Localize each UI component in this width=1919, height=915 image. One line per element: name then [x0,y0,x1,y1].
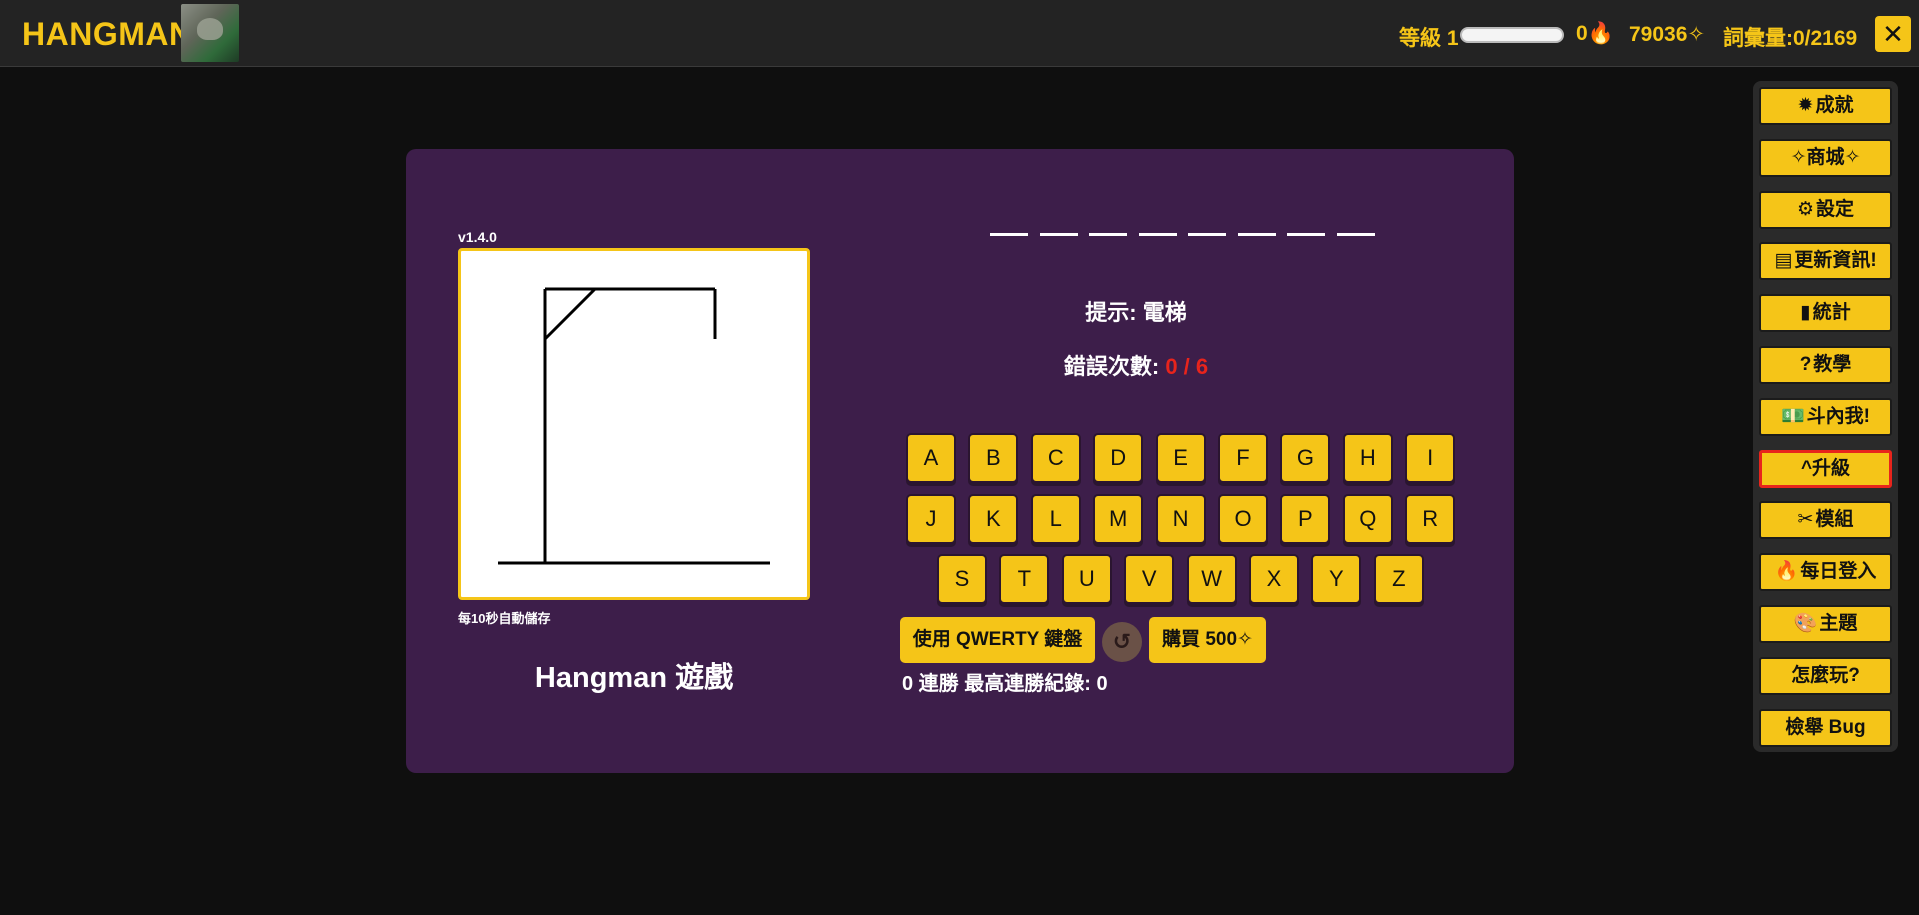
side-button-tutorial[interactable]: ? 教學 [1759,346,1892,384]
streak-fire: 0🔥 [1576,22,1614,46]
errors-count: 0 / 6 [1165,354,1209,379]
fire-count: 0 [1576,22,1588,45]
letter-blank [1089,233,1127,236]
letter-blank [1138,233,1177,236]
letter-key-b[interactable]: B [968,433,1019,483]
side-button-mods[interactable]: ✂ 模組 [1759,501,1892,540]
letter-key-t[interactable]: T [999,554,1050,604]
level-label: 等級 1 [1399,27,1459,50]
hint-text: 提示: 電梯 [1085,300,1187,325]
side-button-label: 統計 [1812,302,1851,324]
daily-login-icon: 🔥 [1774,561,1799,583]
side-button-how-to-play[interactable]: 怎麼玩? [1759,656,1892,695]
avatar[interactable] [181,4,239,62]
letter-key-g[interactable]: G [1280,433,1331,483]
side-button-label: 更新資訊! [1794,250,1877,272]
game-title: Hangman 遊戲 [534,662,734,694]
stats-icon: ▮ [1800,302,1811,324]
letter-key-s[interactable]: S [937,554,987,604]
theme-icon: 🎨 [1793,613,1818,634]
side-button-label: 成就 [1815,95,1854,116]
letter-key-l[interactable]: L [1030,494,1081,544]
hangman-canvas [458,248,810,600]
side-button-settings[interactable]: ⚙ 設定 [1759,190,1892,229]
letter-key-i[interactable]: I [1405,433,1456,483]
settings-icon: ⚙ [1796,198,1815,220]
brand-title: HANGMAN [22,16,193,52]
letter-key-a[interactable]: A [906,433,956,483]
letter-blank [990,233,1028,236]
side-button-updates[interactable]: ▤ 更新資訊! [1759,242,1892,281]
side-button-report-bug[interactable]: 檢舉 Bug [1759,708,1892,747]
side-button-label: 模組 [1815,509,1854,531]
letter-blank [1039,233,1078,236]
side-button-shop[interactable]: ✧商城✧ [1759,138,1892,177]
side-button-label: 設定 [1816,198,1855,220]
mods-icon: ✂ [1797,509,1814,531]
error-counter: 錯誤次數: 0 / 6 [1006,349,1266,381]
side-button-label: ^升級 [1800,457,1851,479]
side-button-label: 每日登入 [1800,561,1877,583]
letter-key-w[interactable]: W [1186,554,1237,604]
reset-button[interactable]: ↺ [1102,622,1142,662]
letter-key-c[interactable]: C [1030,433,1081,483]
side-menu: ✹ 成就 ✧商城✧ ⚙ 設定 ▤ 更新資訊! ▮ 統計? 教學 💵 斗內我! ^升級 ✂ 模組 🔥 每日登入 🎨 主… [1753,81,1898,752]
top-bar: HANGMAN 等級 1 0🔥 79036✧ 詞彙量:0/2169 ✕ [0,0,1919,67]
gallows-brace [543,287,597,341]
letter-key-m[interactable]: M [1093,494,1144,544]
letter-key-r[interactable]: R [1405,494,1456,544]
gallows-drawing [498,287,770,565]
side-button-label: 斗內我! [1806,405,1870,427]
coins-count: 79036✧ [1629,23,1705,46]
side-button-donate[interactable]: 💵 斗內我! [1759,397,1892,436]
letter-blank [1188,233,1226,236]
buy-button[interactable]: 購買 500✧ [1149,617,1266,663]
letter-key-z[interactable]: Z [1373,554,1424,604]
side-button-label: 主題 [1819,613,1858,634]
side-button-stats[interactable]: ▮ 統計 [1759,294,1892,333]
letter-key-n[interactable]: N [1155,494,1206,544]
side-button-daily-login[interactable]: 🔥 每日登入 [1759,553,1892,592]
side-button-achievements[interactable]: ✹ 成就 [1759,87,1892,125]
qwerty-toggle-button[interactable]: 使用 QWERTY 鍵盤 [900,617,1095,663]
letter-key-o[interactable]: O [1218,494,1268,544]
side-button-label: ✧商城✧ [1790,146,1861,168]
errors-label: 錯誤次數: [1063,354,1166,379]
version-label: v1.4.0 [458,229,497,245]
game-panel: v1.4.0 每10秒自動儲存 Hangman 遊戲 提示: 電梯 錯誤次數: … [406,149,1514,773]
letter-key-d[interactable]: D [1093,433,1144,483]
letter-blank [1237,233,1276,236]
side-button-theme[interactable]: 🎨 主題 [1759,605,1892,643]
letter-key-p[interactable]: P [1280,494,1331,544]
level-progress-bar [1460,27,1564,43]
letter-key-u[interactable]: U [1061,554,1112,604]
side-button-label: 怎麼玩? [1791,664,1860,686]
letter-blank [1287,233,1325,236]
letter-key-j[interactable]: J [906,494,956,544]
updates-icon: ▤ [1774,250,1793,272]
streak-record: 0 連勝 最高連勝紀錄: 0 [902,673,1108,695]
autosave-note: 每10秒自動儲存 [458,611,551,626]
flame-icon: 🔥 [1587,22,1614,45]
side-button-upgrade[interactable]: ^升級 [1759,449,1892,488]
letter-key-y[interactable]: Y [1311,554,1362,604]
letter-key-f[interactable]: F [1218,433,1268,483]
letter-key-k[interactable]: K [968,494,1019,544]
donate-icon: 💵 [1781,405,1805,427]
letter-key-q[interactable]: Q [1342,494,1393,544]
letter-key-x[interactable]: X [1249,554,1299,604]
letter-key-e[interactable]: E [1155,433,1206,483]
close-button[interactable]: ✕ [1875,16,1911,52]
letter-key-v[interactable]: V [1124,554,1175,604]
tutorial-icon: ? [1799,354,1812,375]
achievements-icon: ✹ [1797,95,1814,116]
letter-key-h[interactable]: H [1342,433,1393,483]
side-button-label: 教學 [1813,354,1852,375]
letter-blank [1336,233,1375,236]
vocab-count: 詞彙量:0/2169 [1723,27,1858,50]
side-button-label: 檢舉 Bug [1785,716,1866,738]
